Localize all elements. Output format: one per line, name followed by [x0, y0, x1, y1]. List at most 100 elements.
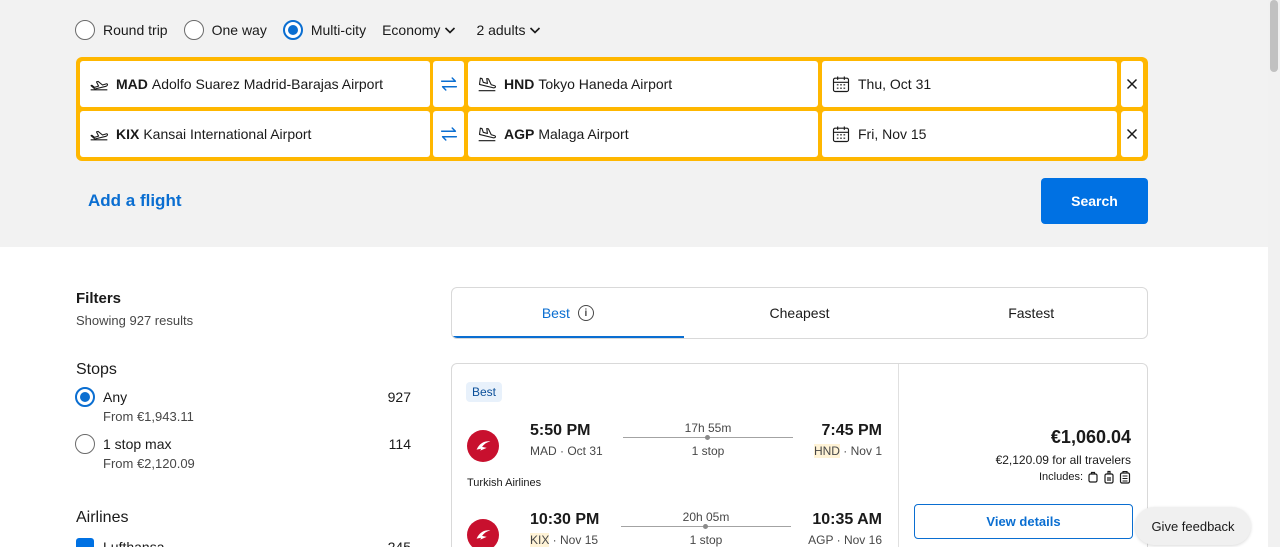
departure-code: KIX — [530, 533, 550, 547]
carry-on-bag-icon — [1104, 470, 1114, 484]
sort-tabs: Best i Cheapest Fastest — [451, 287, 1148, 339]
departure-info: KIX · Nov 15 — [530, 533, 599, 547]
date-value: Thu, Oct 31 — [858, 76, 932, 92]
remove-leg-1-button[interactable] — [1121, 61, 1143, 107]
view-details-button[interactable]: View details — [914, 504, 1133, 539]
card-divider — [898, 364, 899, 547]
destination-field-leg-2[interactable]: AGP Malaga Airport — [468, 111, 818, 157]
origin-field-leg-1[interactable]: MAD Adolfo Suarez Madrid-Barajas Airport — [80, 61, 430, 107]
arrival-info: HND · Nov 1 — [813, 444, 882, 458]
turkish-airlines-logo-icon — [467, 519, 499, 547]
radio-stops-any[interactable] — [75, 387, 95, 407]
airlines-title: Airlines — [76, 509, 129, 526]
price-total: €2,120.09 for all travelers — [995, 453, 1131, 467]
radio-multi-city[interactable] — [282, 20, 303, 40]
calendar-icon — [830, 123, 852, 145]
destination-field-leg-1[interactable]: HND Tokyo Haneda Airport — [468, 61, 818, 107]
radio-one-way[interactable] — [183, 20, 204, 40]
destination-code: HND — [504, 76, 535, 92]
departure-date: Oct 31 — [567, 444, 603, 458]
radio-stops-1-stop-max[interactable] — [75, 434, 95, 454]
stop-option-label: Any — [103, 389, 128, 405]
baggage-includes: Includes: — [1039, 470, 1131, 484]
departure-date: Nov 15 — [560, 533, 599, 547]
close-icon — [1126, 128, 1138, 140]
flight-duration: 17h 55m — [684, 421, 732, 435]
origin-field-leg-2[interactable]: KIX Kansai International Airport — [80, 111, 430, 157]
departure-time: 5:50 PM — [530, 422, 591, 439]
arrival-time: 7:45 PM — [821, 422, 882, 439]
origin-name: Adolfo Suarez Madrid-Barajas Airport — [151, 76, 383, 92]
stops-title: Stops — [76, 361, 117, 378]
chevron-down-icon — [530, 27, 541, 34]
date-field-leg-1[interactable]: Thu, Oct 31 — [822, 61, 1117, 107]
travelers-dropdown[interactable]: 2 adults — [476, 22, 541, 38]
arrival-time: 10:35 AM — [812, 511, 882, 528]
plane-landing-icon — [476, 73, 498, 95]
trip-multi-city[interactable]: Multi-city — [282, 20, 366, 40]
radio-round-trip[interactable] — [75, 20, 95, 40]
best-badge: Best — [466, 382, 503, 402]
info-icon[interactable]: i — [577, 305, 594, 321]
flight-result-card[interactable]: Best 5:50 PM MAD · Oct 31 17h 55m 1 stop… — [451, 363, 1148, 547]
give-feedback-button[interactable]: Give feedback — [1135, 507, 1251, 545]
search-panel: Round trip One way Multi-city Economy 2 … — [0, 0, 1268, 247]
stop-option-count: 114 — [388, 436, 411, 452]
price-per-person: €1,060.04 — [1050, 427, 1131, 447]
flight-segment-2: 10:30 PM KIX · Nov 15 20h 05m 1 stop 10:… — [452, 510, 898, 547]
departure-code: MAD — [530, 444, 557, 458]
flight-stops: 1 stop — [691, 444, 725, 458]
arrival-date: Nov 16 — [843, 533, 882, 547]
checked-bag-icon — [1119, 470, 1131, 484]
stop-option-price: From €2,120.09 — [103, 456, 195, 471]
swap-button-leg-2[interactable] — [433, 111, 464, 157]
plane-landing-icon — [476, 123, 498, 145]
tab-cheapest[interactable]: Cheapest — [684, 288, 916, 338]
swap-button-leg-1[interactable] — [433, 61, 464, 107]
tab-fastest[interactable]: Fastest — [915, 288, 1147, 338]
search-button[interactable]: Search — [1041, 178, 1148, 224]
airline-name: Turkish Airlines — [467, 477, 542, 489]
cabin-class-dropdown[interactable]: Economy — [382, 22, 456, 38]
arrival-code: AGP — [808, 533, 834, 547]
stop-option-1-stop-max[interactable]: 1 stop max From €2,120.09 114 — [75, 434, 411, 476]
close-icon — [1126, 78, 1138, 90]
airline-filter-count: 245 — [387, 539, 411, 547]
trip-round-trip-label: Round trip — [103, 22, 168, 38]
trip-one-way-label: One way — [211, 22, 267, 38]
date-field-leg-2[interactable]: Fri, Nov 15 — [822, 111, 1117, 157]
stop-option-any[interactable]: Any From €1,943.11 927 — [75, 387, 411, 429]
flight-segment-1: 5:50 PM MAD · Oct 31 17h 55m 1 stop 7:45… — [452, 421, 898, 472]
flight-stops: 1 stop — [689, 533, 723, 547]
origin-code: MAD — [116, 76, 148, 92]
tab-best-label: Best — [541, 305, 570, 321]
plane-takeoff-icon — [88, 123, 110, 145]
tab-fastest-label: Fastest — [1008, 305, 1055, 321]
flight-duration: 20h 05m — [682, 510, 730, 524]
airline-filter-label: Lufthansa — [103, 539, 165, 547]
checkbox-lufthansa[interactable] — [76, 538, 94, 547]
calendar-icon — [830, 73, 852, 95]
destination-name: Malaga Airport — [538, 126, 629, 142]
remove-leg-2-button[interactable] — [1121, 111, 1143, 157]
scrollbar-track[interactable] — [1268, 0, 1280, 547]
tab-cheapest-label: Cheapest — [769, 305, 830, 321]
add-flight-link[interactable]: Add a flight — [88, 191, 181, 211]
departure-time: 10:30 PM — [530, 511, 600, 528]
origin-name: Kansai International Airport — [143, 126, 312, 142]
arrival-code: HND — [813, 444, 840, 458]
swap-arrows-icon — [440, 77, 457, 91]
trip-one-way[interactable]: One way — [183, 20, 267, 40]
flight-path-line — [623, 435, 793, 440]
stop-option-price: From €1,943.11 — [103, 409, 194, 424]
arrival-info: AGP · Nov 16 — [808, 533, 882, 547]
tab-best[interactable]: Best i — [452, 288, 684, 338]
plane-takeoff-icon — [88, 73, 110, 95]
includes-label: Includes: — [1038, 471, 1083, 483]
trip-options: Round trip One way Multi-city Economy 2 … — [75, 18, 561, 42]
swap-arrows-icon — [440, 127, 457, 141]
turkish-airlines-logo-icon — [467, 430, 499, 462]
trip-round-trip[interactable]: Round trip — [75, 20, 168, 40]
destination-code: AGP — [504, 126, 535, 142]
scrollbar-thumb[interactable] — [1270, 0, 1278, 72]
